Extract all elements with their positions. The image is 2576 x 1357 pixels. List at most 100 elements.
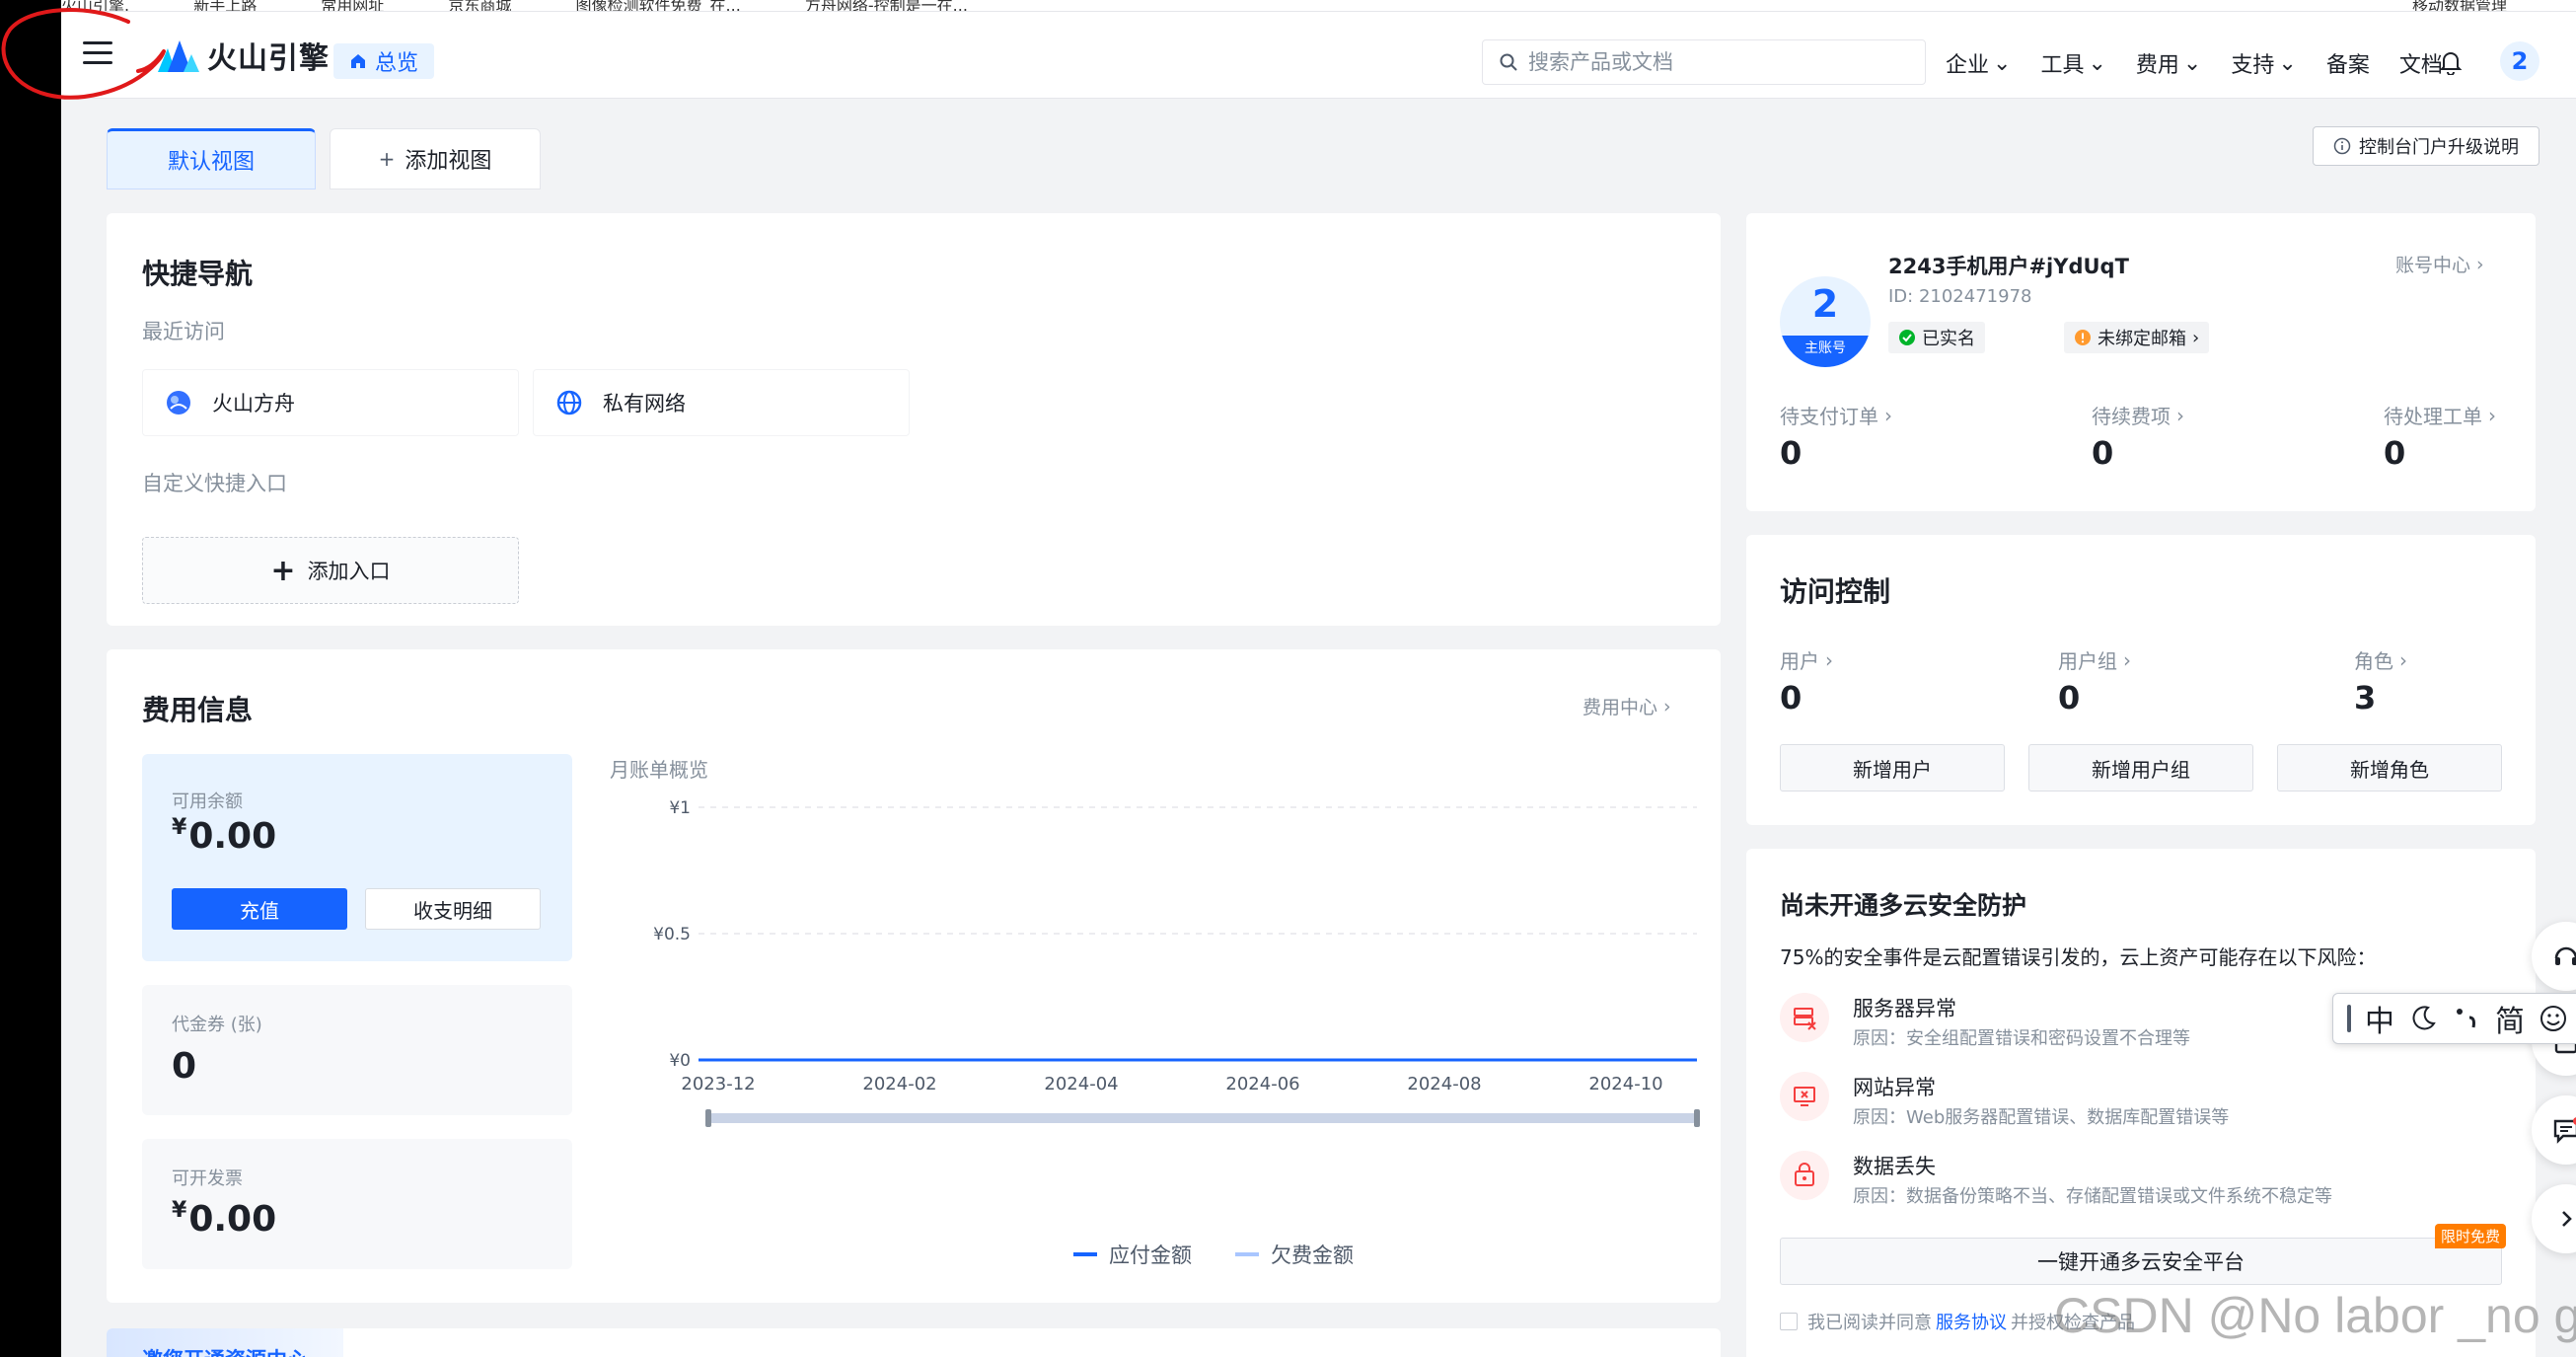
- menu-billing[interactable]: 费用 ⌄: [2136, 47, 2201, 79]
- account-avatar[interactable]: 2 主账号: [1780, 276, 1871, 367]
- bookmark-item[interactable]: 图像检测软件免费_在...: [576, 0, 741, 11]
- pending-renewal-link[interactable]: 待续费项 ›: [2092, 401, 2184, 429]
- legend-item[interactable]: 欠费金额: [1235, 1240, 1354, 1269]
- range-slider-handle[interactable]: [1694, 1109, 1700, 1127]
- upgrade-notes-button[interactable]: 控制台门户升级说明: [2313, 126, 2539, 166]
- brand-name: 火山引擎: [207, 41, 330, 76]
- unbound-email-badge[interactable]: 未绑定邮箱 ›: [2064, 322, 2210, 353]
- tab-add-view[interactable]: + 添加视图: [330, 128, 541, 189]
- account-id: ID: 2102471978: [1888, 286, 2032, 307]
- legend-label: 欠费金额: [1271, 1244, 1354, 1267]
- account-center-link[interactable]: 账号中心 ›: [2395, 251, 2484, 277]
- fee-info-card: 费用信息 费用中心 › 可用余额 ¥0.00 充值 收支明细 代金券 (张) 0…: [107, 649, 1721, 1303]
- menu-support[interactable]: 支持 ⌄: [2231, 47, 2296, 79]
- recent-item-label: 火山方舟: [212, 392, 295, 415]
- account-card: 2 主账号 2243手机用户#jYdUqT ID: 2102471978 已实名…: [1746, 213, 2536, 511]
- chevron-right-icon: ›: [2192, 327, 2200, 348]
- ime-toolbar: 中 简: [2332, 993, 2576, 1044]
- add-role-button[interactable]: 新增角色: [2277, 744, 2502, 792]
- security-title: 尚未开通多云安全防护: [1780, 891, 2027, 920]
- message-icon: [2553, 1117, 2576, 1144]
- feedback-float-button[interactable]: [2532, 922, 2576, 991]
- billing-center-label: 费用中心: [1582, 697, 1658, 718]
- message-float-button[interactable]: [2532, 1095, 2576, 1165]
- statement-button[interactable]: 收支明细: [365, 888, 541, 930]
- warning-circle-icon: [2075, 330, 2091, 345]
- legend-swatch: [1073, 1252, 1097, 1256]
- menu-enterprise[interactable]: 企业 ⌄: [1946, 47, 2011, 79]
- ime-grip-icon[interactable]: [2347, 1005, 2351, 1032]
- billing-center-link[interactable]: 费用中心 ›: [1582, 693, 1671, 719]
- expand-float-button[interactable]: [2532, 1184, 2576, 1253]
- y-tick-label: ¥0.5: [653, 925, 691, 944]
- add-entry-button[interactable]: + 添加入口: [142, 537, 519, 604]
- add-user-button[interactable]: 新增用户: [1780, 744, 2005, 792]
- ime-simplified-toggle[interactable]: 简: [2495, 997, 2525, 1040]
- legend-item[interactable]: 应付金额: [1073, 1240, 1192, 1269]
- bookmark-item[interactable]: 火山引擎.: [61, 0, 129, 11]
- brand-logo[interactable]: 火山引擎: [156, 38, 330, 76]
- menu-label: 文档: [2398, 53, 2443, 78]
- pending-orders-link[interactable]: 待支付订单 ›: [1780, 401, 1892, 429]
- menu-filing[interactable]: 备案: [2326, 47, 2370, 79]
- moon-icon[interactable]: [2408, 1004, 2438, 1033]
- recent-item-ark[interactable]: 火山方舟: [142, 369, 519, 436]
- punctuation-icon[interactable]: [2452, 1004, 2481, 1033]
- chevron-right-icon: ›: [2399, 647, 2407, 672]
- bookmark-item[interactable]: 新手上路: [193, 0, 257, 11]
- upgrade-notes-label: 控制台门户升级说明: [2359, 137, 2519, 158]
- legend-swatch: [1235, 1252, 1259, 1256]
- main-account-badge: 主账号: [1780, 336, 1871, 367]
- pending-renewal-value: 0: [2092, 434, 2114, 472]
- users-link[interactable]: 用户 ›: [1780, 645, 1833, 674]
- bookmark-item[interactable]: 常用网址: [321, 0, 384, 11]
- recharge-button[interactable]: 充值: [172, 888, 347, 930]
- access-control-title: 访问控制: [1780, 575, 1891, 608]
- chevron-right-icon: [2562, 1211, 2572, 1227]
- range-slider-track[interactable]: [708, 1113, 1697, 1123]
- enable-security-button[interactable]: 一键开通多云安全平台: [1780, 1238, 2502, 1285]
- stat-label: 待处理工单: [2384, 405, 2482, 428]
- currency-symbol: ¥: [172, 815, 187, 840]
- menu-icon[interactable]: [83, 41, 112, 65]
- search-input[interactable]: [1528, 50, 1903, 74]
- y-tick-label: ¥0: [669, 1051, 691, 1071]
- resource-center-banner[interactable]: 邀您开通资源中心: [107, 1328, 343, 1357]
- info-icon: [2333, 137, 2351, 155]
- chevron-right-icon: ›: [1884, 403, 1892, 427]
- plus-icon: +: [270, 553, 296, 588]
- monthly-bill-chart: ¥1 ¥0.5 ¥0 2023-12 2024-02 2024-04 2024-06 2024…: [653, 798, 1700, 1127]
- risk-title: 数据丢失: [1853, 1155, 1936, 1178]
- tab-default-view[interactable]: 默认视图: [107, 128, 316, 189]
- x-tick-label: 2024-10: [1588, 1074, 1662, 1094]
- invoice-panel: 可开发票 ¥0.00: [142, 1139, 572, 1269]
- menu-label: 企业: [1946, 53, 1990, 78]
- risk-desc: 原因：数据备份策略不当、存储配置错误或文件系统不稳定等: [1853, 1186, 2332, 1207]
- add-user-group-button[interactable]: 新增用户组: [2028, 744, 2253, 792]
- ime-chinese-toggle[interactable]: 中: [2365, 997, 2394, 1040]
- search-box[interactable]: [1482, 39, 1926, 85]
- bookmark-item[interactable]: 方舟网络-控制是一在...: [805, 0, 968, 11]
- access-control-card: 访问控制 用户 › 0 用户组 › 0 角色 › 3 新增用户 新增用户组 新增角色: [1746, 535, 2536, 825]
- menu-docs[interactable]: 文档: [2399, 47, 2443, 79]
- legend-label: 应付金额: [1109, 1244, 1192, 1267]
- risk-title: 网站异常: [1853, 1076, 1936, 1099]
- chart-legend: 应付金额 欠费金额: [1073, 1240, 1354, 1269]
- bell-icon[interactable]: [2439, 49, 2463, 75]
- pending-tickets-link[interactable]: 待处理工单 ›: [2384, 401, 2496, 429]
- bookmark-item[interactable]: 京东商城: [448, 0, 511, 11]
- overview-label: 总览: [375, 51, 419, 76]
- service-agreement-link[interactable]: 服务协议: [1936, 1309, 2007, 1334]
- menu-label: 费用: [2135, 53, 2179, 78]
- roles-link[interactable]: 角色 ›: [2354, 645, 2407, 674]
- user-avatar[interactable]: 2: [2500, 41, 2539, 81]
- overview-button[interactable]: 总览: [333, 43, 435, 79]
- recent-item-vpc[interactable]: 私有网络: [533, 369, 910, 436]
- range-slider-handle[interactable]: [705, 1109, 711, 1127]
- user-groups-link[interactable]: 用户组 ›: [2058, 645, 2131, 674]
- menu-tools[interactable]: 工具 ⌄: [2040, 47, 2105, 79]
- free-tag: 限时免费: [2435, 1224, 2507, 1248]
- agreement-checkbox[interactable]: [1780, 1313, 1798, 1330]
- emoji-icon[interactable]: [2539, 1004, 2568, 1033]
- bookmark-item[interactable]: 移动数据管理: [2412, 0, 2507, 11]
